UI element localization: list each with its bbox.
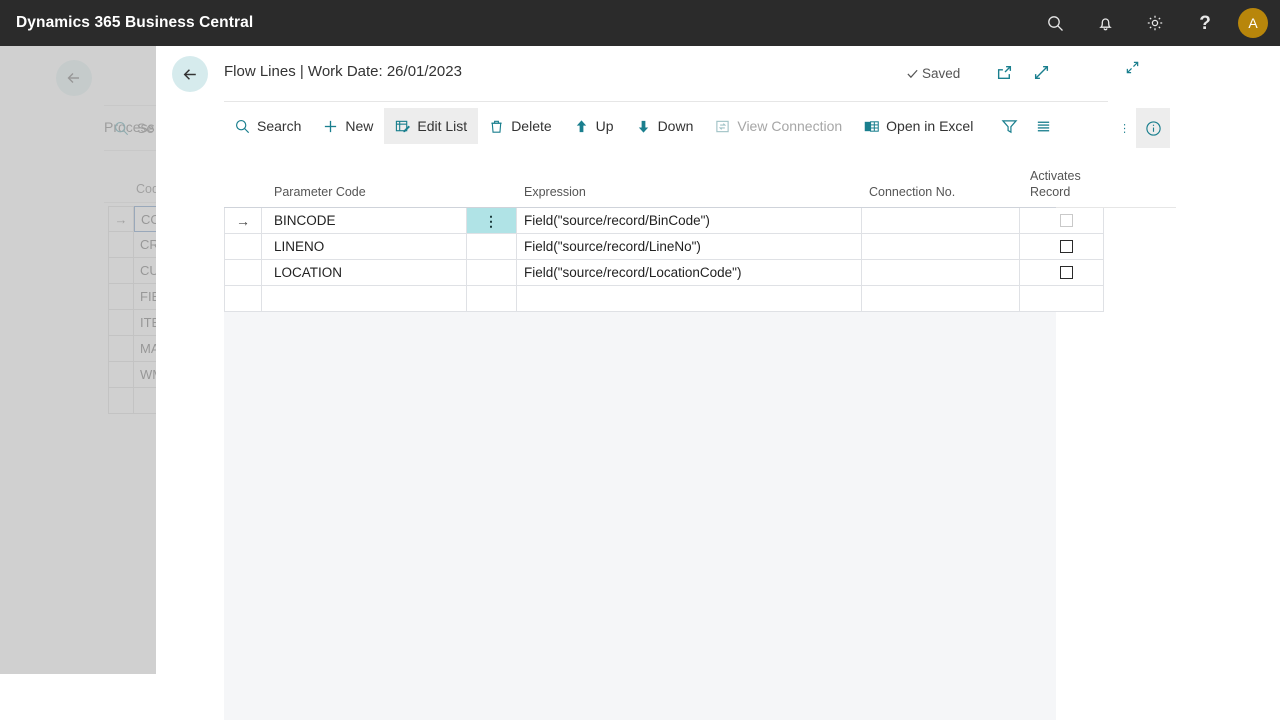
excel-icon <box>864 119 879 134</box>
app-header-actions: ? A <box>1030 0 1280 46</box>
info-icon[interactable] <box>1136 108 1170 148</box>
arrow-down-icon <box>636 119 651 134</box>
cell-expression[interactable]: Field("source/record/BinCode") <box>517 208 862 234</box>
row-menu-button[interactable]: ⋮ <box>467 208 517 234</box>
grid-header-row: Parameter Code Expression Connection No.… <box>224 150 1081 208</box>
table-row[interactable] <box>224 286 1104 312</box>
back-button[interactable] <box>172 56 208 92</box>
plus-icon <box>323 119 338 134</box>
cell-connection-no[interactable] <box>862 208 1020 234</box>
check-icon <box>907 69 918 79</box>
list-view-icon[interactable] <box>1026 108 1060 144</box>
cell-expression[interactable] <box>517 286 862 312</box>
checkbox[interactable] <box>1060 214 1073 227</box>
cell-expression[interactable]: Field("source/record/LineNo") <box>517 234 862 260</box>
cell-activates-record[interactable] <box>1020 208 1104 234</box>
edit-list-icon <box>395 119 411 134</box>
flow-lines-grid: Parameter Code Expression Connection No.… <box>224 150 1104 312</box>
toolbar-item-label: New <box>345 118 374 134</box>
grid-header-activates-record[interactable]: Activates Record <box>1020 168 1104 207</box>
avatar[interactable]: A <box>1238 8 1268 38</box>
toolbar-item-label: Open in Excel <box>886 118 974 134</box>
cell-activates-record[interactable] <box>1020 234 1104 260</box>
status-label: Saved <box>922 66 961 81</box>
table-row[interactable]: LINENO Field("source/record/LineNo") <box>224 234 1104 260</box>
toolbar-new-button[interactable]: New <box>312 108 384 144</box>
row-indicator: → <box>224 208 262 234</box>
row-menu-button[interactable] <box>467 286 517 312</box>
grid-header-connection-no[interactable]: Connection No. <box>862 184 1020 207</box>
row-menu-button[interactable] <box>467 234 517 260</box>
flow-lines-dialog: Flow Lines | Work Date: 26/01/2023 Saved <box>156 46 1176 720</box>
notification-bell-icon[interactable] <box>1080 0 1130 46</box>
search-icon <box>235 119 250 134</box>
app-header: Dynamics 365 Business Central ? A <box>0 0 1280 46</box>
status-badge: Saved <box>906 66 960 81</box>
toolbar-delete-button[interactable]: Delete <box>478 108 562 144</box>
cell-activates-record[interactable] <box>1020 260 1104 286</box>
avatar-initial: A <box>1248 15 1258 31</box>
toolbar-edit-list-button[interactable]: Edit List <box>384 108 479 144</box>
dialog-header: Flow Lines | Work Date: 26/01/2023 Saved <box>156 46 1124 102</box>
row-indicator <box>224 260 262 286</box>
cell-parameter-code[interactable]: LOCATION <box>262 260 467 286</box>
table-row[interactable]: → BINCODE ⋮ Field("source/record/BinCode… <box>224 208 1104 234</box>
cell-parameter-code[interactable] <box>262 286 467 312</box>
collapse-icon[interactable] <box>1125 60 1140 80</box>
view-connection-icon <box>715 119 730 134</box>
grid-header-expression[interactable]: Expression <box>517 184 862 207</box>
toolbar-item-label: Down <box>657 118 694 134</box>
toolbar-open-in-excel-button[interactable]: Open in Excel <box>853 108 984 144</box>
header-divider <box>224 101 1108 102</box>
toolbar-item-label: Search <box>257 118 302 134</box>
toolbar-item-label: Delete <box>511 118 552 134</box>
table-row[interactable]: LOCATION Field("source/record/LocationCo… <box>224 260 1104 286</box>
cell-parameter-code[interactable]: LINENO <box>262 234 467 260</box>
grid-header-parameter-code[interactable]: Parameter Code <box>262 184 467 207</box>
arrow-up-icon <box>574 119 589 134</box>
trash-icon <box>489 119 504 134</box>
gear-icon[interactable] <box>1130 0 1180 46</box>
toolbar-item-label: Up <box>595 118 614 134</box>
toolbar-up-button[interactable]: Up <box>563 108 625 144</box>
search-icon[interactable] <box>1030 0 1080 46</box>
cell-parameter-code[interactable]: BINCODE <box>262 208 467 234</box>
row-indicator <box>224 286 262 312</box>
grid-header-indicator <box>224 200 262 207</box>
checkbox[interactable] <box>1060 240 1073 253</box>
row-menu-button[interactable] <box>467 260 517 286</box>
grid-container: Parameter Code Expression Connection No.… <box>224 150 1104 720</box>
cell-activates-record[interactable] <box>1020 286 1104 312</box>
help-icon[interactable]: ? <box>1180 0 1230 46</box>
cell-connection-no[interactable] <box>862 260 1020 286</box>
cell-connection-no[interactable] <box>862 286 1020 312</box>
activates-record-line-1: Activates <box>1030 169 1081 183</box>
row-indicator <box>224 234 262 260</box>
screen: Dynamics 365 Business Central ? A Flow L… <box>0 0 1280 720</box>
checkbox[interactable] <box>1060 266 1073 279</box>
app-title: Dynamics 365 Business Central <box>16 14 254 31</box>
toolbar-search-button[interactable]: Search <box>224 108 312 144</box>
expand-icon[interactable] <box>1033 64 1050 86</box>
cell-connection-no[interactable] <box>862 234 1020 260</box>
toolbar-item-label: View Connection <box>737 118 843 134</box>
command-toolbar: Search New Edit List Delete Up Down View… <box>224 104 1176 208</box>
dialog-header-actions <box>996 64 1050 86</box>
open-in-new-window-icon[interactable] <box>996 64 1013 86</box>
toolbar-down-button[interactable]: Down <box>625 108 705 144</box>
grid-header-menu <box>467 200 517 207</box>
toolbar-view-connection-button[interactable]: View Connection <box>704 108 853 144</box>
cell-expression[interactable]: Field("source/record/LocationCode") <box>517 260 862 286</box>
kebab-menu-icon: ⋮ <box>484 212 499 229</box>
activates-record-line-2: Record <box>1030 185 1071 199</box>
toolbar-item-label: Edit List <box>417 118 468 134</box>
filter-icon[interactable] <box>992 108 1026 144</box>
page-title: Flow Lines | Work Date: 26/01/2023 <box>224 63 462 80</box>
